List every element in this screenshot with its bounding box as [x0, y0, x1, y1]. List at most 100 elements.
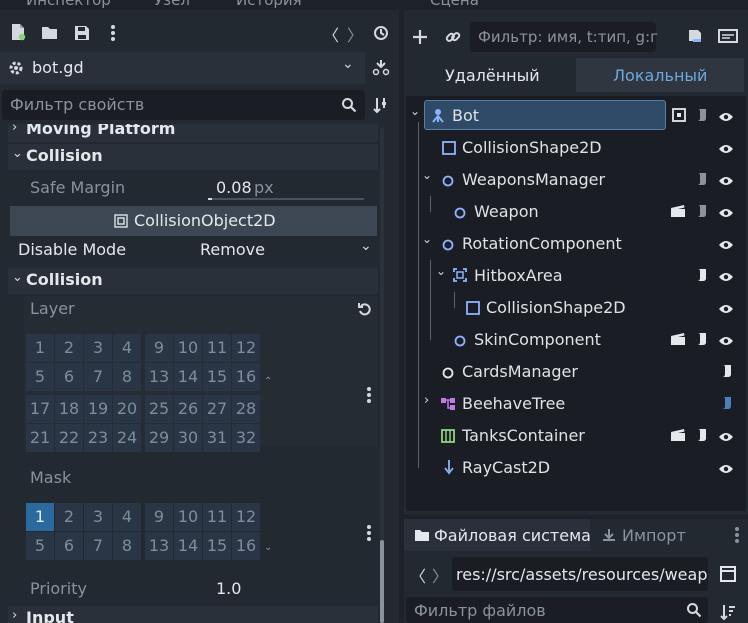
reset-icon[interactable] [358, 302, 372, 316]
visibility-eye-icon[interactable] [718, 461, 734, 473]
section-moving-platform[interactable]: › Moving Platform [8, 124, 378, 142]
script-icon[interactable] [695, 172, 709, 186]
visibility-eye-icon[interactable] [718, 301, 734, 313]
tree-label-beehavetree[interactable]: BeehaveTree [462, 394, 565, 413]
safe-margin-field[interactable]: 0.08 px [204, 174, 368, 204]
split-view-icon[interactable] [720, 566, 736, 582]
script-icon[interactable] [695, 108, 709, 122]
new-resource-icon[interactable] [10, 23, 26, 41]
mask-bit-6[interactable]: 6 [55, 532, 83, 560]
sort-files-icon[interactable] [720, 603, 736, 621]
unique-name-icon[interactable] [672, 108, 686, 122]
property-filter-input[interactable]: Фильтр свойств [2, 90, 365, 120]
mask-bit-5[interactable]: 5 [26, 532, 54, 560]
layer-bit-22[interactable]: 22 [55, 424, 83, 452]
visibility-eye-icon[interactable] [718, 429, 734, 441]
layer-bit-24[interactable]: 24 [113, 424, 141, 452]
layer-bit-32[interactable]: 32 [232, 424, 260, 452]
visibility-eye-icon[interactable] [718, 173, 734, 185]
script-icon[interactable] [720, 396, 734, 410]
layer-bit-23[interactable]: 23 [84, 424, 112, 452]
mask-bit-7[interactable]: 7 [84, 532, 112, 560]
section-collision[interactable]: ⌄ Collision [8, 144, 378, 170]
layer-bit-10[interactable]: 10 [174, 334, 202, 362]
layer-bit-6[interactable]: 6 [55, 363, 83, 391]
chevron-down-icon[interactable]: ⌄ [422, 232, 432, 246]
tree-label-raycast2d[interactable]: RayCast2D [462, 458, 550, 477]
layer-bit-20[interactable]: 20 [113, 395, 141, 423]
layer-bit-29[interactable]: 29 [145, 424, 173, 452]
mask-bit-14[interactable]: 14 [174, 532, 202, 560]
mask-bit-9[interactable]: 9 [145, 503, 173, 531]
layer-bit-9[interactable]: 9 [145, 334, 173, 362]
layer-bit-7[interactable]: 7 [84, 363, 112, 391]
tab-node[interactable]: Узел [154, 0, 190, 9]
tree-label-bot[interactable]: Bot [452, 106, 479, 125]
layer-bit-21[interactable]: 21 [26, 424, 54, 452]
subsection-collision[interactable]: ⌄ Collision [8, 268, 378, 294]
tree-label-collisionshape2d[interactable]: CollisionShape2D [462, 138, 602, 157]
visibility-eye-icon[interactable] [718, 237, 734, 249]
layer-bit-16[interactable]: 16 [232, 363, 260, 391]
layer-bit-15[interactable]: 15 [203, 363, 231, 391]
link-icon[interactable] [444, 28, 462, 46]
tab-filesystem[interactable]: Файловая система [404, 519, 591, 551]
script-attach-icon[interactable] [687, 28, 705, 46]
tree-label-rotationcomponent[interactable]: RotationComponent [462, 234, 622, 253]
scene-options-icon[interactable] [718, 28, 738, 46]
layer-bit-26[interactable]: 26 [174, 395, 202, 423]
script-icon[interactable] [695, 204, 709, 218]
mask-bit-15[interactable]: 15 [203, 532, 231, 560]
visibility-eye-icon[interactable] [718, 269, 734, 281]
mask-bit-2[interactable]: 2 [55, 503, 83, 531]
tree-label-skincomponent[interactable]: SkinComponent [474, 330, 601, 349]
tab-inspector[interactable]: Инспектор [26, 0, 111, 9]
tree-label-weaponsmanager[interactable]: WeaponsManager [462, 170, 605, 189]
mask-bit-4[interactable]: 4 [113, 503, 141, 531]
tab-import[interactable]: Импорт [592, 519, 702, 551]
layer-bit-17[interactable]: 17 [26, 395, 54, 423]
layer-bit-19[interactable]: 19 [84, 395, 112, 423]
tab-history[interactable]: История [236, 0, 302, 9]
object-selector[interactable]: bot.gd ⌄ [0, 52, 365, 84]
layer-bit-12[interactable]: 12 [232, 334, 260, 362]
script-icon[interactable] [720, 364, 734, 378]
more-options-icon[interactable] [110, 24, 116, 42]
layer-bit-13[interactable]: 13 [145, 363, 173, 391]
layer-bit-2[interactable]: 2 [55, 334, 83, 362]
layer-bit-28[interactable]: 28 [232, 395, 260, 423]
tab-scene[interactable]: Сцена [430, 0, 479, 9]
open-folder-icon[interactable] [41, 25, 59, 41]
layer-bit-3[interactable]: 3 [84, 334, 112, 362]
priority-field[interactable]: 1.0 [204, 574, 368, 602]
mask-bit-12[interactable]: 12 [232, 503, 260, 531]
open-scene-icon[interactable] [670, 332, 686, 346]
script-icon[interactable] [695, 428, 709, 442]
layer-bit-5[interactable]: 5 [26, 363, 54, 391]
open-scene-icon[interactable] [670, 204, 686, 218]
path-forward-icon[interactable]: 〉 [432, 563, 448, 587]
chevron-down-icon[interactable]: ⌄ [436, 264, 446, 278]
tree-label-cardsmanager[interactable]: CardsManager [462, 362, 578, 381]
mask-more-icon[interactable] [366, 524, 372, 542]
path-input[interactable]: res://src/assets/resources/weap [452, 557, 708, 591]
remote-tab[interactable]: Удалённый [408, 58, 576, 92]
layer-bit-27[interactable]: 27 [203, 395, 231, 423]
chevron-right-icon[interactable]: › [424, 393, 429, 408]
tree-label-tankscontainer[interactable]: TanksContainer [462, 426, 585, 445]
path-back-icon[interactable]: 〈 [410, 563, 426, 587]
visibility-eye-icon[interactable] [718, 333, 734, 345]
disable-mode-select[interactable]: Remove ⌄ [194, 236, 378, 264]
layer-bit-11[interactable]: 11 [203, 334, 231, 362]
mask-bit-16[interactable]: 16 [232, 532, 260, 560]
open-scene-icon[interactable] [670, 428, 686, 442]
save-icon[interactable] [74, 25, 90, 41]
add-node-icon[interactable] [412, 29, 428, 45]
layer-bit-1[interactable]: 1 [26, 334, 54, 362]
tree-label-weapon[interactable]: Weapon [474, 202, 539, 221]
layer-more-icon[interactable] [366, 386, 372, 404]
mask-bit-3[interactable]: 3 [84, 503, 112, 531]
layer-bit-8[interactable]: 8 [113, 363, 141, 391]
safe-margin-slider-track[interactable] [208, 198, 364, 200]
filesystem-more-icon[interactable] [734, 526, 740, 544]
